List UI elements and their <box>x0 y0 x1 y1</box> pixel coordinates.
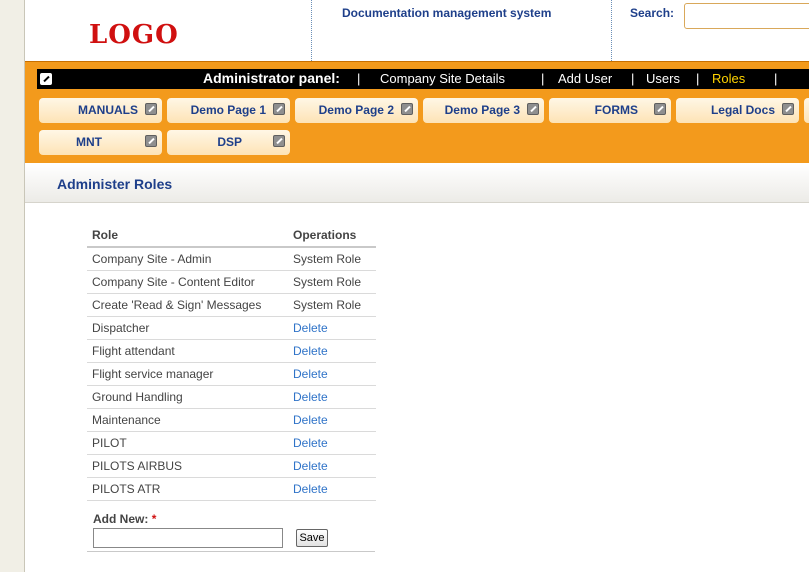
role-name: Dispatcher <box>87 316 288 340</box>
tab-label: MANUALS <box>78 103 138 117</box>
search-input[interactable] <box>684 3 809 29</box>
nav-add-user[interactable]: Add User <box>558 71 612 86</box>
delete-link[interactable]: Delete <box>288 431 376 455</box>
role-operation: System Role <box>288 270 376 294</box>
edit-icon[interactable] <box>401 103 413 115</box>
role-name: Flight attendant <box>87 339 288 363</box>
admin-panel-title: Administrator panel: <box>203 70 340 86</box>
edit-icon[interactable] <box>527 103 539 115</box>
role-name: Company Site - Admin <box>87 247 288 271</box>
tab-label: Demo Page 2 <box>318 103 394 117</box>
role-name: PILOTS ATR <box>87 477 288 501</box>
section-header: Administer Roles <box>25 164 809 203</box>
nav-panel: Administrator panel: | Company Site Deta… <box>25 61 809 163</box>
page-title: Administer Roles <box>57 176 173 192</box>
header-divider <box>311 0 312 61</box>
role-name: Flight service manager <box>87 362 288 386</box>
role-name: Company Site - Content Editor <box>87 270 288 294</box>
nav-separator: | <box>541 71 545 86</box>
save-button[interactable]: Save <box>296 529 328 547</box>
tab-manuals[interactable]: MANUALS <box>39 98 162 123</box>
edit-icon[interactable] <box>145 135 157 147</box>
tab-dsp[interactable]: DSP <box>167 130 290 155</box>
role-name: PILOTS AIRBUS <box>87 454 288 478</box>
divider <box>87 551 375 552</box>
table-row: Ground Handling Delete <box>87 385 376 409</box>
edit-icon[interactable] <box>40 73 52 85</box>
delete-link[interactable]: Delete <box>288 339 376 363</box>
nav-separator: | <box>631 71 635 86</box>
role-operation: System Role <box>288 293 376 317</box>
delete-link[interactable]: Delete <box>288 408 376 432</box>
header-divider <box>611 0 612 61</box>
table-row: Create 'Read & Sign' Messages System Role <box>87 293 376 317</box>
tab-demo-page-3[interactable]: Demo Page 3 <box>423 98 544 123</box>
role-name: PILOT <box>87 431 288 455</box>
nav-separator: | <box>357 71 361 86</box>
tab-forms[interactable]: FORMS <box>549 98 671 123</box>
delete-link[interactable]: Delete <box>288 477 376 501</box>
tab-demo-page-1[interactable]: Demo Page 1 <box>167 98 290 123</box>
system-title: Documentation management system <box>342 6 552 20</box>
nav-users[interactable]: Users <box>646 71 680 86</box>
tab-label: DSP <box>217 135 242 149</box>
table-row: PILOTS AIRBUS Delete <box>87 454 376 478</box>
edit-icon[interactable] <box>654 103 666 115</box>
table-header-row: Role Operations <box>87 224 376 248</box>
table-row: Dispatcher Delete <box>87 316 376 340</box>
role-name: Create 'Read & Sign' Messages <box>87 293 288 317</box>
tab-label: MNT <box>76 135 102 149</box>
nav-separator: | <box>774 71 778 86</box>
table-row: Flight attendant Delete <box>87 339 376 363</box>
tab-label: Demo Page 3 <box>444 103 520 117</box>
edit-icon[interactable] <box>273 135 285 147</box>
tab-mnt[interactable]: MNT <box>39 130 162 155</box>
role-name: Ground Handling <box>87 385 288 409</box>
delete-link[interactable]: Delete <box>288 316 376 340</box>
role-operation: System Role <box>288 247 376 271</box>
add-new-role-input[interactable] <box>93 528 283 548</box>
table-row: Flight service manager Delete <box>87 362 376 386</box>
table-row: PILOTS ATR Delete <box>87 477 376 501</box>
tab-label: Legal Docs <box>710 103 775 117</box>
edit-icon[interactable] <box>273 103 285 115</box>
column-header-role: Role <box>87 224 288 248</box>
edit-icon[interactable] <box>782 103 794 115</box>
delete-link[interactable]: Delete <box>288 362 376 386</box>
delete-link[interactable]: Delete <box>288 454 376 478</box>
edit-icon[interactable] <box>145 103 157 115</box>
column-header-operations: Operations <box>288 224 376 248</box>
tab-legal-docs[interactable]: Legal Docs <box>676 98 799 123</box>
tab-overflow[interactable] <box>804 98 809 123</box>
tab-label: Demo Page 1 <box>190 103 266 117</box>
admin-bar: Administrator panel: | Company Site Deta… <box>37 69 809 89</box>
search-label: Search: <box>630 6 675 20</box>
add-new-text: Add New: <box>93 512 149 526</box>
tab-demo-page-2[interactable]: Demo Page 2 <box>295 98 418 123</box>
page: LOGO Documentation management system Sea… <box>24 0 809 572</box>
role-name: Maintenance <box>87 408 288 432</box>
table-row: Company Site - Admin System Role <box>87 247 376 271</box>
delete-link[interactable]: Delete <box>288 385 376 409</box>
nav-roles[interactable]: Roles <box>712 71 745 86</box>
nav-separator: | <box>696 71 700 86</box>
roles-table: Role Operations Company Site - Admin Syst… <box>87 224 376 501</box>
tab-label: FORMS <box>594 103 638 117</box>
required-mark: * <box>151 512 157 526</box>
table-row: PILOT Delete <box>87 431 376 455</box>
add-new-label: Add New: * <box>93 512 156 526</box>
table-row: Company Site - Content Editor System Role <box>87 270 376 294</box>
table-row: Maintenance Delete <box>87 408 376 432</box>
header: LOGO Documentation management system Sea… <box>25 0 809 61</box>
logo: LOGO <box>89 20 179 50</box>
nav-company-site-details[interactable]: Company Site Details <box>380 71 505 86</box>
